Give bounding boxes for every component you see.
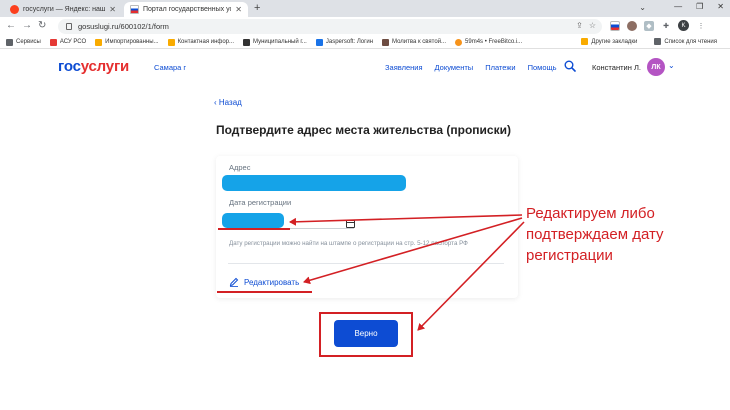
window-controls: — ❐ ✕ (674, 2, 724, 11)
extension-icon[interactable] (627, 20, 637, 31)
nav-help[interactable]: Помощь (528, 63, 557, 72)
maximize-icon[interactable]: ❐ (696, 2, 703, 11)
registration-date-redacted[interactable] (222, 213, 284, 228)
calendar-icon[interactable] (346, 220, 355, 228)
share-icon[interactable]: ⇪ (576, 21, 583, 30)
address-bar[interactable]: gosuslugi.ru/600102/1/form ⇪ ☆ (58, 19, 602, 34)
close-tab-icon[interactable]: ✕ (235, 5, 242, 14)
flag-extension-icon[interactable] (610, 20, 620, 31)
pencil-icon (229, 277, 239, 287)
bookmark-label: Импортированны... (105, 39, 159, 45)
browser-tab-strip: госуслуги — Яндекс: нашлось 3 ✕ Портал г… (0, 0, 730, 17)
bookmark-label: АСУ РСО (59, 39, 87, 45)
bookmark-item[interactable]: Молитва к святой... (382, 38, 447, 46)
logo-part-gos: гос (58, 58, 81, 75)
reading-list[interactable]: Список для чтения (654, 38, 717, 45)
apps-grid-icon (6, 38, 13, 46)
bookmark-label: Муниципальный г... (253, 39, 307, 45)
reload-icon[interactable]: ↻ (38, 20, 46, 31)
search-icon[interactable] (564, 60, 576, 72)
lock-icon (66, 23, 72, 30)
bookmark-label: Другие закладки (591, 38, 638, 45)
address-value-redacted (222, 175, 406, 191)
bookmark-item[interactable]: АСУ РСО (49, 38, 87, 46)
bookmark-favicon-icon (49, 38, 57, 46)
divider (228, 263, 504, 264)
bookmark-item[interactable]: Импортированны... (95, 38, 159, 46)
user-name[interactable]: Константин Л. (592, 63, 641, 72)
bookmark-label: Jaspersoft: Логин (325, 39, 374, 45)
bookmark-label: Молитва к святой... (392, 39, 447, 45)
address-label: Адрес (229, 163, 251, 172)
back-arrow-icon[interactable]: ← (6, 20, 16, 31)
close-window-icon[interactable]: ✕ (717, 2, 724, 11)
kebab-menu-icon[interactable]: ⋮ (696, 21, 706, 31)
browser-tab-yandex[interactable]: госуслуги — Яндекс: нашлось 3 ✕ (4, 2, 122, 17)
bookmark-star-icon[interactable]: ☆ (589, 21, 596, 30)
yandex-favicon-icon (10, 5, 19, 14)
tab-title: госуслуги — Яндекс: нашлось 3 (23, 6, 106, 13)
bookmark-label: 59m4s • FreeBitco.i... (465, 39, 523, 45)
bookmark-item[interactable]: Муниципальный г... (243, 38, 307, 46)
icon-favicon-icon (382, 38, 390, 46)
callout-line: подтверждаем дату (526, 226, 664, 243)
url-text: gosuslugi.ru/600102/1/form (78, 22, 169, 31)
region-selector[interactable]: Самара г (154, 63, 186, 72)
tab-title: Портал государственных услуг (143, 6, 232, 13)
annotation-callout: Редактируем либо подтверждаем дату регис… (526, 203, 722, 266)
confirm-button[interactable]: Верно (334, 320, 398, 347)
nav-payments[interactable]: Платежи (485, 63, 515, 72)
bookmark-label: Список для чтения (664, 38, 717, 45)
nav-documents[interactable]: Документы (435, 63, 474, 72)
new-tab-button[interactable]: + (254, 2, 260, 14)
callout-line: регистрации (526, 247, 613, 264)
minimize-icon[interactable]: — (674, 2, 682, 11)
bookmarks-bar: Сервисы АСУ РСО Импортированны... Контак… (0, 36, 730, 49)
extension-icons: ◆ ✚ K ⋮ (610, 20, 706, 31)
callout-line: Редактируем либо (526, 205, 655, 222)
bookmark-label: Сервисы (16, 39, 41, 45)
bookmark-item[interactable]: Контактная инфор... (167, 38, 235, 46)
puzzle-extensions-icon[interactable]: ✚ (661, 21, 671, 31)
profile-avatar[interactable]: K (678, 20, 689, 31)
bookmark-item[interactable]: Сервисы (6, 38, 41, 46)
extension-icon[interactable]: ◆ (644, 20, 654, 31)
star-favicon-icon (167, 38, 175, 46)
logo-part-uslugi: услуги (80, 58, 130, 75)
close-tab-icon[interactable]: ✕ (109, 5, 116, 14)
back-link[interactable]: ‹ Назад (214, 98, 242, 107)
forward-arrow-icon[interactable]: → (22, 20, 32, 31)
edit-label: Редактировать (244, 277, 300, 287)
gosuslugi-logo[interactable]: госуслуги (58, 58, 129, 75)
user-avatar[interactable]: ЛК (647, 58, 665, 76)
reading-list-icon (654, 38, 662, 45)
browser-tab-gosuslugi[interactable]: Портал государственных услуг ✕ (124, 2, 248, 17)
jaspersoft-favicon-icon (315, 38, 323, 46)
other-bookmarks[interactable]: Другие закладки (581, 38, 637, 45)
bookmark-item[interactable]: 59m4s • FreeBitco.i... (455, 38, 523, 46)
russian-flag-favicon-icon (130, 5, 139, 14)
bookmark-label: Контактная инфор... (177, 39, 235, 45)
globe-favicon-icon (243, 38, 251, 46)
date-field-underline (228, 228, 354, 229)
folder-icon (581, 38, 589, 45)
edit-button[interactable]: Редактировать (229, 277, 299, 287)
folder-icon (95, 38, 103, 46)
registration-date-label: Дата регистрации (229, 198, 292, 207)
site-header: госуслуги Самара г Заявления Документы П… (0, 49, 730, 87)
main-nav: Заявления Документы Платежи Помощь (385, 63, 557, 72)
bookmark-item[interactable]: Jaspersoft: Логин (315, 38, 374, 46)
nav-applications[interactable]: Заявления (385, 63, 423, 72)
tab-search-chevron-icon[interactable]: ⌄ (639, 3, 646, 12)
browser-toolbar: ← → ↻ gosuslugi.ru/600102/1/form ⇪ ☆ ◆ ✚… (0, 17, 730, 36)
page-title: Подтвердите адрес места жительства (проп… (216, 123, 511, 137)
chevron-down-icon[interactable]: ⌄ (668, 61, 675, 70)
registration-date-hint: Дату регистрации можно найти на штампе о… (229, 240, 468, 247)
bitcoin-favicon-icon (455, 38, 463, 46)
